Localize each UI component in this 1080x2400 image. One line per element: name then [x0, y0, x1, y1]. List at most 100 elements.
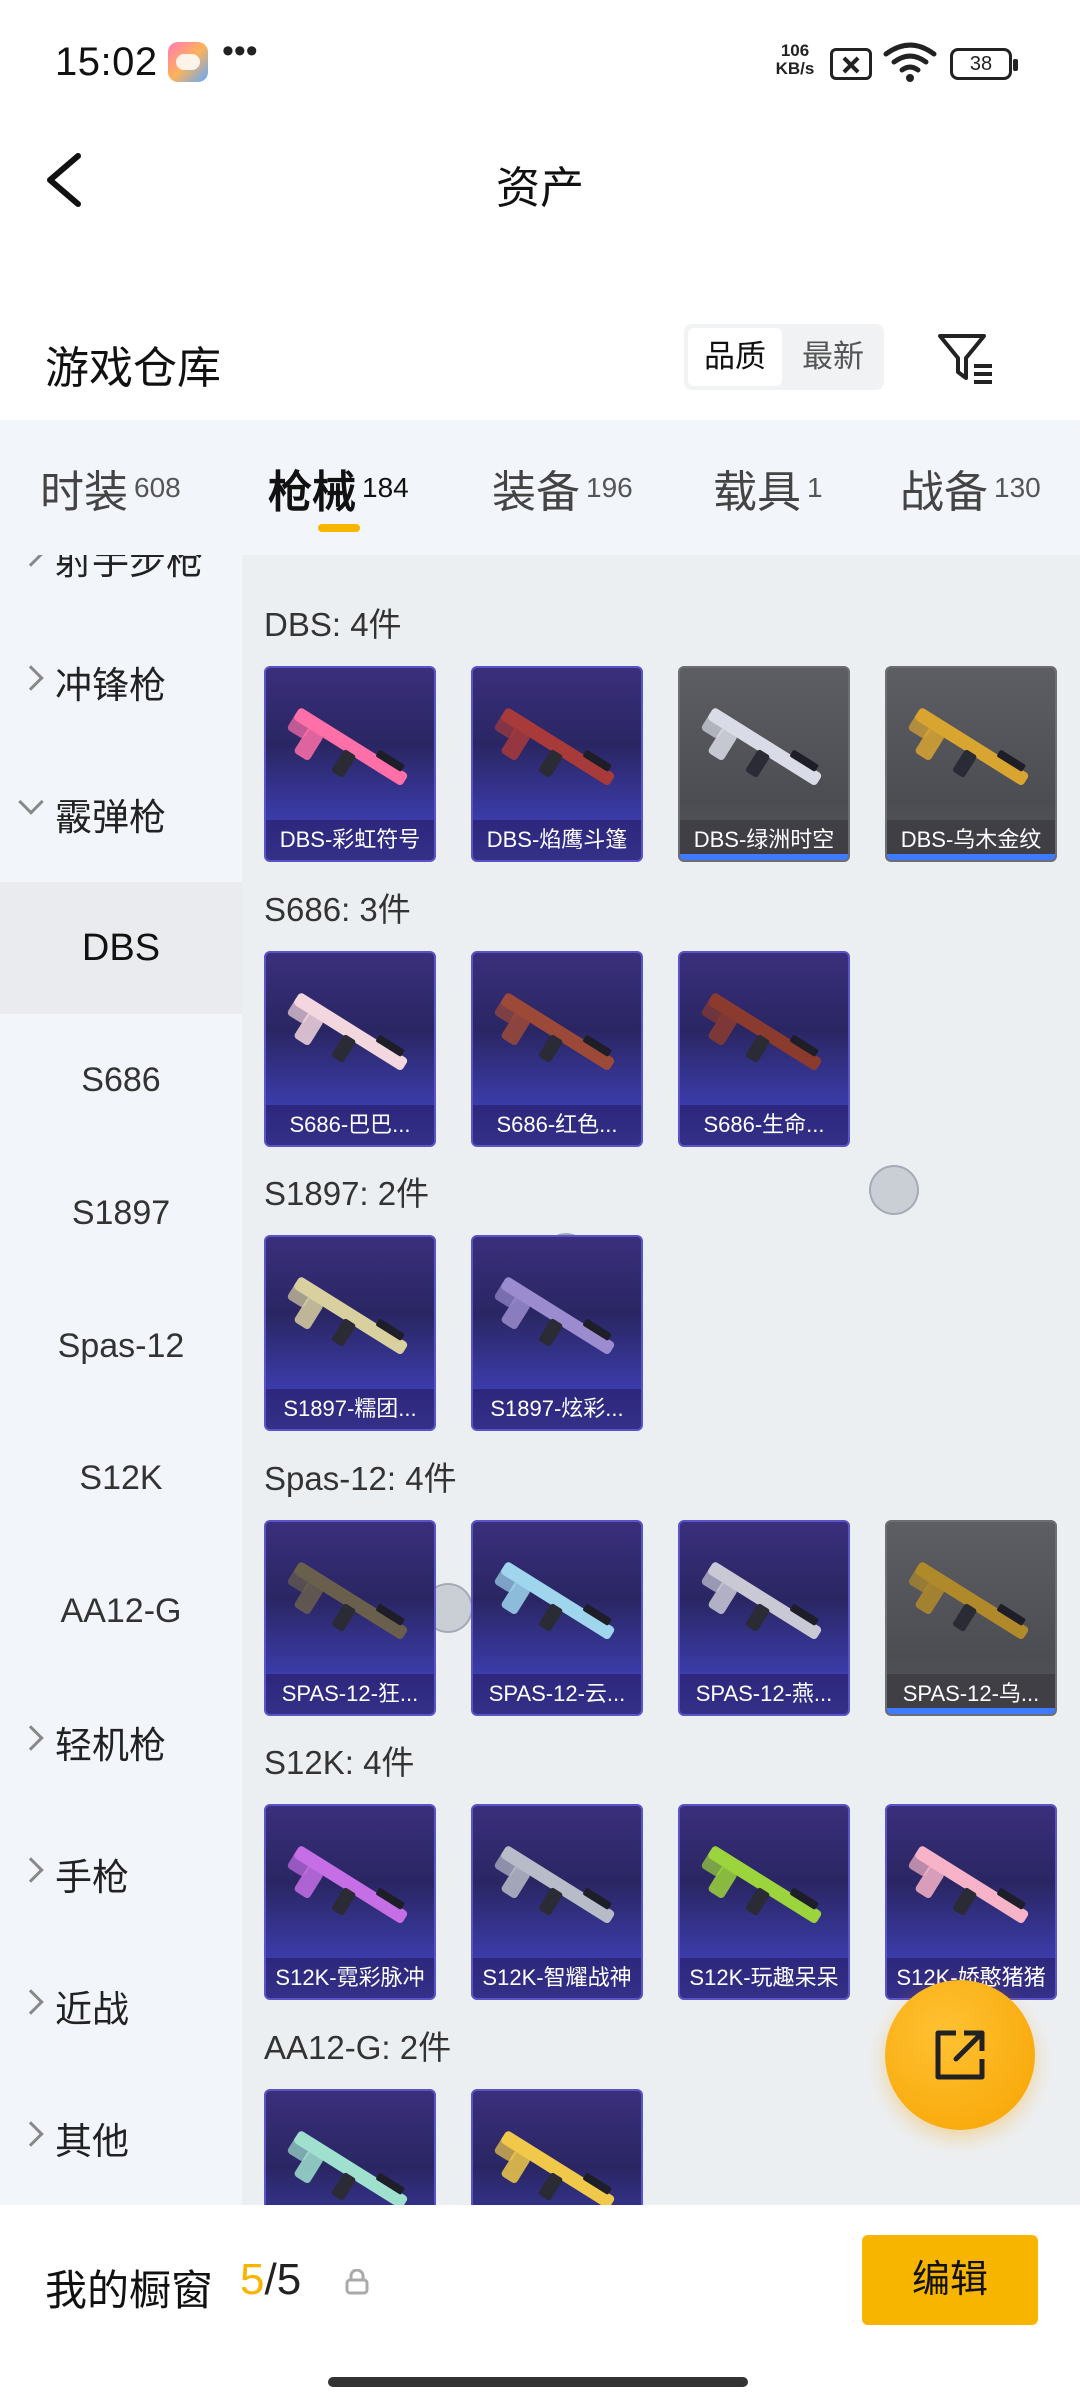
- home-indicator[interactable]: [328, 2377, 748, 2387]
- filter-icon[interactable]: [934, 326, 998, 390]
- tab-weapons[interactable]: 枪械 184: [268, 456, 409, 526]
- weapon-skin-image: [287, 1846, 408, 1923]
- weapon-skin-card[interactable]: SPAS-12-燕...: [678, 1520, 850, 1716]
- weapon-skin-card[interactable]: DBS-绿洲时空: [678, 666, 850, 862]
- weapon-skin-card[interactable]: S686-生命...: [678, 951, 850, 1147]
- category-tabs: 时装 608 枪械 184 装备 196 载具 1 战备 130: [0, 420, 1080, 555]
- edit-button[interactable]: 编辑: [862, 2235, 1038, 2325]
- chevron-right-icon: [18, 555, 44, 567]
- showcase-total: /5: [264, 2255, 302, 2304]
- sidebar-item-marksman[interactable]: 射手步枪: [0, 555, 242, 625]
- warehouse-title: 游戏仓库: [45, 344, 221, 393]
- sidebar-item-lmg[interactable]: 轻机枪: [0, 1677, 242, 1809]
- weapon-skin-image: [287, 1277, 408, 1354]
- warehouse-header: 游戏仓库 品质 最新: [0, 300, 1080, 420]
- weapon-skin-list: DBS: 4件 DBS-彩虹符号 DBS-焰鹰斗篷 DBS-绿洲时空 DBS-乌木金纹 S…: [242, 555, 1080, 2205]
- weapon-skin-image: [494, 1846, 615, 1923]
- sidebar-sub-label: S1897: [71, 1194, 171, 1232]
- sidebar-item-label: 霰弹枪: [55, 797, 166, 838]
- touch-indicator: [869, 1165, 919, 1215]
- sidebar-item-label: 近战: [55, 1989, 129, 2030]
- sidebar-item-label: 冲锋枪: [55, 665, 166, 706]
- sidebar-sub-s1897[interactable]: S1897: [0, 1147, 242, 1279]
- weapon-skin-name: DBS-焰鹰斗篷: [473, 820, 641, 860]
- sidebar-item-smg[interactable]: 冲锋枪: [0, 617, 242, 749]
- weapon-skin-card[interactable]: S12K-玩趣呆呆: [678, 1804, 850, 2000]
- sidebar-sub-label: AA12-G: [60, 1592, 182, 1630]
- network-speed-value: 106: [780, 41, 810, 60]
- weapon-skin-card[interactable]: S686-红色...: [471, 951, 643, 1147]
- sidebar-sub-label: S12K: [79, 1459, 163, 1497]
- sidebar-sub-label: Spas-12: [57, 1327, 185, 1365]
- tab-label: 载具: [713, 468, 801, 517]
- weapon-skin-card[interactable]: S12K-娇憨猪猪: [885, 1804, 1057, 2000]
- weapon-skin-card[interactable]: SPAS-12-云...: [471, 1520, 643, 1716]
- tab-count: 184: [362, 472, 409, 503]
- weapon-skin-card[interactable]: [264, 2089, 436, 2205]
- weapon-skin-name: DBS-绿洲时空: [680, 820, 848, 860]
- weapon-skin-card[interactable]: S12K-霓彩脉冲: [264, 1804, 436, 2000]
- weapon-skin-name: S1897-糯团...: [266, 1389, 434, 1429]
- weapon-skin-card[interactable]: SPAS-12-乌...: [885, 1520, 1057, 1716]
- share-button[interactable]: [885, 1980, 1035, 2130]
- weapon-skin-name: S12K-智耀战神: [473, 1958, 641, 1998]
- group-title: S1897: 2件: [264, 1175, 430, 1212]
- tab-label: 枪械: [268, 468, 356, 517]
- weapon-skin-card[interactable]: DBS-乌木金纹: [885, 666, 1057, 862]
- chevron-right-icon: [18, 665, 44, 691]
- weapon-skin-card[interactable]: S12K-智耀战神: [471, 1804, 643, 2000]
- weapon-skin-image: [908, 1846, 1029, 1923]
- tab-label: 时装: [40, 468, 128, 517]
- group-title: S12K: 4件: [264, 1744, 415, 1781]
- weapon-skin-image: [494, 1277, 615, 1354]
- sidebar-item-shotgun[interactable]: 霰弹枪: [0, 749, 242, 881]
- sidebar-item-label: 轻机枪: [55, 1725, 166, 1766]
- weapon-skin-name: DBS-彩虹符号: [266, 820, 434, 860]
- sidebar-item-pistol[interactable]: 手枪: [0, 1809, 242, 1941]
- weapon-skin-card[interactable]: DBS-焰鹰斗篷: [471, 666, 643, 862]
- sidebar-sub-aa12g[interactable]: AA12-G: [0, 1545, 242, 1677]
- weapon-skin-card[interactable]: [471, 2089, 643, 2205]
- group-title: S686: 3件: [264, 891, 411, 928]
- sort-newest-button[interactable]: 最新: [786, 328, 880, 386]
- weapon-skin-name: SPAS-12-云...: [473, 1674, 641, 1714]
- sim-off-icon: [830, 48, 872, 80]
- game-app-icon: [168, 42, 208, 82]
- sort-quality-button[interactable]: 品质: [688, 328, 782, 386]
- tab-fashion[interactable]: 时装 608: [40, 456, 181, 526]
- sidebar-sub-label: S686: [81, 1061, 161, 1099]
- sidebar-sub-s12k[interactable]: S12K: [0, 1412, 242, 1544]
- battery-icon: 38: [950, 48, 1018, 80]
- weapon-skin-image: [908, 708, 1029, 785]
- weapon-skin-image: [701, 1562, 822, 1639]
- weapon-skin-card[interactable]: S686-巴巴...: [264, 951, 436, 1147]
- weapon-skin-image: [494, 2131, 615, 2205]
- wifi-icon: [883, 42, 937, 82]
- tab-supplies[interactable]: 战备 130: [900, 456, 1041, 526]
- sidebar-item-label: 其他: [55, 2121, 129, 2162]
- sidebar-sub-s686[interactable]: S686: [0, 1014, 242, 1146]
- sidebar-item-melee[interactable]: 近战: [0, 1941, 242, 2073]
- tab-count: 1: [807, 472, 823, 503]
- weapon-skin-card[interactable]: SPAS-12-狂...: [264, 1520, 436, 1716]
- tab-equipment[interactable]: 装备 196: [492, 456, 633, 526]
- tab-vehicles[interactable]: 载具 1: [713, 456, 823, 526]
- weapon-skin-name: S12K-玩趣呆呆: [680, 1958, 848, 1998]
- weapon-skin-name: SPAS-12-狂...: [266, 1674, 434, 1714]
- sidebar-sub-dbs[interactable]: DBS: [0, 882, 242, 1014]
- weapon-skin-card[interactable]: S1897-糯团...: [264, 1235, 436, 1431]
- weapon-skin-name: S686-生命...: [680, 1105, 848, 1145]
- weapon-skin-card[interactable]: DBS-彩虹符号: [264, 666, 436, 862]
- group-title: AA12-G: 2件: [264, 2029, 452, 2066]
- more-notifications-icon: •••: [222, 32, 258, 70]
- weapon-skin-image: [701, 1846, 822, 1923]
- weapon-skin-image: [287, 708, 408, 785]
- showcase-bar: 我的橱窗 5/5 编辑: [0, 2205, 1080, 2400]
- top-nav: 资产: [0, 120, 1080, 240]
- showcase-current: 5: [240, 2255, 265, 2304]
- weapon-skin-image: [701, 993, 822, 1070]
- share-icon: [935, 2030, 985, 2080]
- sidebar-sub-spas12[interactable]: Spas-12: [0, 1280, 242, 1412]
- sidebar-item-other[interactable]: 其他: [0, 2073, 242, 2205]
- weapon-skin-card[interactable]: S1897-炫彩...: [471, 1235, 643, 1431]
